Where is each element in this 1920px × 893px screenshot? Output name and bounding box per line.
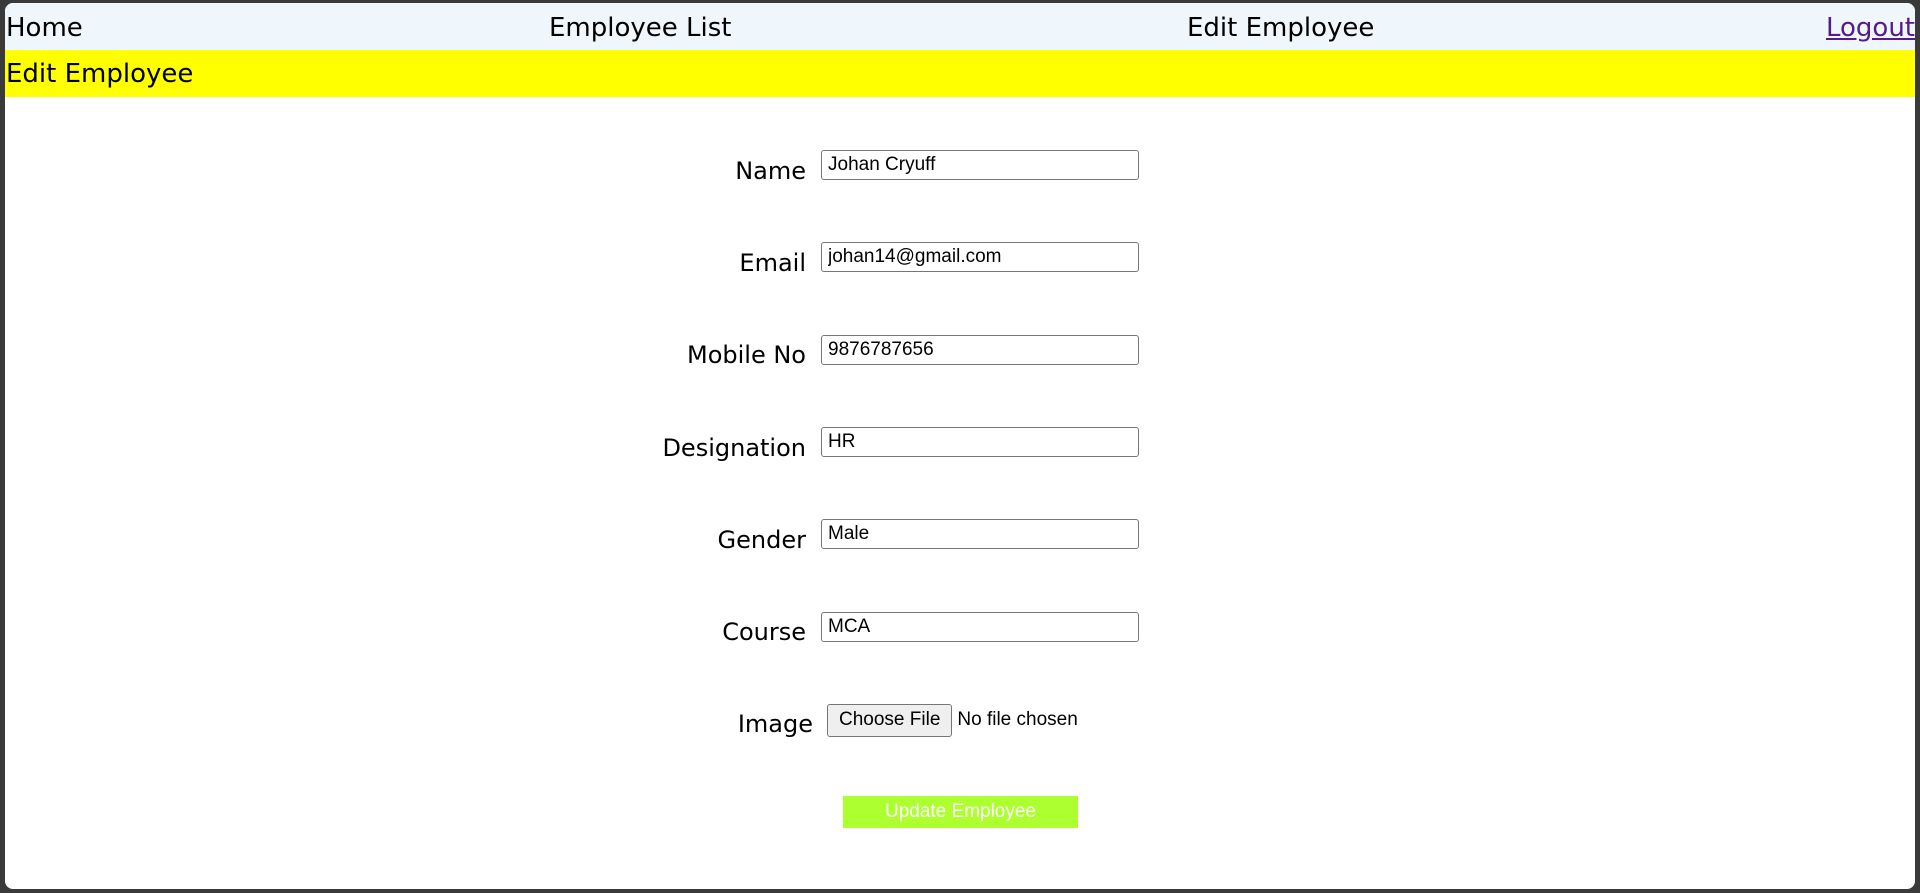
email-input[interactable] <box>821 242 1139 272</box>
choose-file-button[interactable]: Choose File <box>827 703 953 737</box>
name-input[interactable] <box>821 150 1139 180</box>
logout-link[interactable]: Logout <box>1826 13 1915 43</box>
gender-input[interactable] <box>821 519 1139 549</box>
top-navbar: Home Employee List Edit Employee Logout <box>5 3 1915 50</box>
nav-home-link[interactable]: Home <box>6 13 83 43</box>
mobile-label: Mobile No <box>687 341 806 369</box>
designation-label: Designation <box>662 434 806 462</box>
page-title: Edit Employee <box>6 59 194 89</box>
nav-employee-list-link[interactable]: Employee List <box>549 13 731 43</box>
course-input[interactable] <box>821 612 1139 642</box>
image-file-picker: Choose File No file chosen <box>827 703 1078 737</box>
course-label: Course <box>722 618 806 646</box>
nav-edit-employee-link[interactable]: Edit Employee <box>1187 13 1374 43</box>
file-status-text: No file chosen <box>957 709 1078 730</box>
mobile-input[interactable] <box>821 335 1139 365</box>
gender-label: Gender <box>717 526 806 554</box>
designation-input[interactable] <box>821 427 1139 457</box>
page-banner: Edit Employee <box>5 50 1915 97</box>
update-employee-button[interactable]: Update Employee <box>843 796 1078 828</box>
image-label: Image <box>737 710 813 738</box>
browser-page: Home Employee List Edit Employee Logout … <box>5 3 1915 889</box>
email-label: Email <box>739 249 806 277</box>
name-label: Name <box>735 157 806 185</box>
